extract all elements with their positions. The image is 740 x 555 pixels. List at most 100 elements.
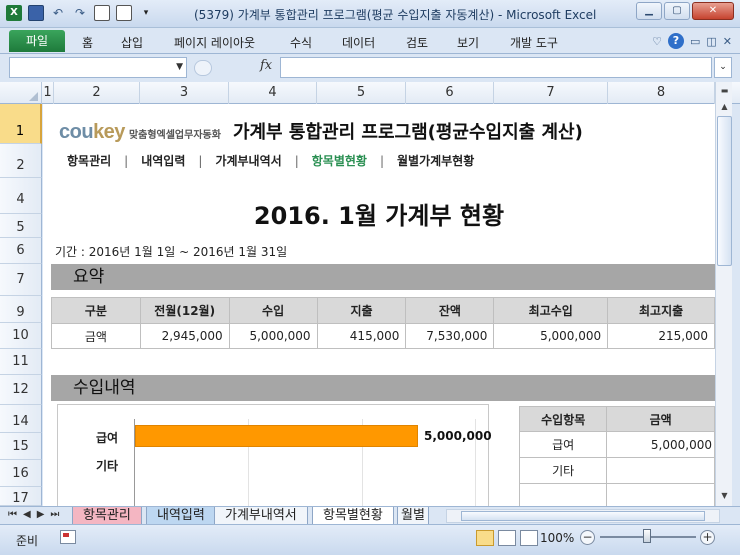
row-header[interactable]: 16	[0, 460, 42, 487]
sheet-tab-statement[interactable]: 가계부내역서	[214, 507, 308, 525]
tab-review[interactable]: 검토	[406, 34, 428, 51]
income-amount-cell[interactable]: 5,000,000	[606, 431, 715, 458]
row-header[interactable]: 15	[0, 433, 42, 460]
help-icon[interactable]: ?	[667, 33, 684, 49]
formula-input[interactable]	[280, 57, 712, 78]
summary-header-cell[interactable]: 전월(12월)	[139, 297, 230, 324]
macro-record-icon[interactable]	[60, 530, 76, 544]
summary-cell[interactable]: 5,000,000	[493, 323, 609, 349]
column-header[interactable]: 5	[317, 82, 406, 104]
income-header-cell[interactable]: 금액	[606, 406, 715, 432]
form-icon[interactable]	[94, 5, 110, 21]
maximize-button[interactable]: ▢	[664, 2, 690, 20]
select-all-button[interactable]	[0, 82, 42, 104]
worksheet[interactable]: coukey 맞춤형엑셀업무자동화 가계부 통합관리 프로그램(평균수입지출 계…	[43, 104, 715, 506]
workbook-close-icon[interactable]: ✕	[723, 35, 732, 48]
tab-developer[interactable]: 개발 도구	[510, 34, 558, 51]
tab-file[interactable]: 파일	[9, 30, 65, 52]
column-header[interactable]: 8	[608, 82, 715, 104]
sheet-tab-by-item[interactable]: 항목별현황	[312, 507, 394, 525]
summary-cell[interactable]: 금액	[51, 323, 141, 349]
nav-item-items[interactable]: 항목관리	[67, 152, 111, 169]
customize-qat-icon[interactable]: ▾	[138, 5, 154, 21]
horizontal-scroll-thumb[interactable]	[461, 511, 705, 521]
name-box[interactable]: ▼	[9, 57, 187, 78]
close-button[interactable]: ✕	[692, 2, 734, 20]
summary-cell[interactable]: 2,945,000	[139, 323, 230, 349]
sheet-tab-items[interactable]: 항목관리	[72, 507, 142, 525]
summary-header-cell[interactable]: 잔액	[405, 297, 495, 324]
row-header[interactable]: 10	[0, 323, 42, 349]
vertical-scrollbar[interactable]: ▬ ▲ ▼	[715, 82, 732, 506]
save-icon[interactable]	[28, 5, 44, 21]
summary-cell[interactable]: 5,000,000	[228, 323, 318, 349]
summary-header-cell[interactable]: 구분	[51, 297, 141, 324]
column-header[interactable]: 3	[140, 82, 229, 104]
summary-cell[interactable]: 215,000	[607, 323, 715, 349]
minimize-button[interactable]: ▁	[636, 2, 662, 20]
normal-view-button[interactable]	[476, 530, 494, 546]
scroll-thumb[interactable]	[717, 116, 732, 266]
column-header[interactable]: 7	[494, 82, 608, 104]
tab-page-layout[interactable]: 페이지 레이아웃	[174, 34, 255, 51]
scroll-down-icon[interactable]: ▼	[717, 488, 732, 504]
next-sheet-icon[interactable]: ▶	[37, 509, 45, 520]
collapse-ribbon-icon[interactable]: ♡	[652, 35, 662, 48]
redo-icon[interactable]: ↷	[72, 5, 88, 21]
row-header[interactable]: 14	[0, 405, 42, 433]
summary-header-cell[interactable]: 수입	[228, 297, 318, 324]
summary-header-cell[interactable]: 최고수입	[493, 297, 609, 324]
split-box-icon[interactable]: ▬	[717, 83, 732, 99]
income-chart[interactable]: 급여 5,000,000 기타	[57, 404, 492, 506]
row-header[interactable]: 2	[0, 144, 42, 178]
zoom-slider-knob[interactable]	[643, 529, 651, 543]
tab-formulas[interactable]: 수식	[290, 34, 312, 51]
nav-item-entry[interactable]: 내역입력	[141, 152, 185, 169]
summary-header-cell[interactable]: 최고지출	[607, 297, 715, 324]
zoom-level[interactable]: 100%	[540, 531, 574, 545]
column-header[interactable]: 2	[54, 82, 140, 104]
row-header[interactable]: 6	[0, 238, 42, 264]
sheet-tab-entry[interactable]: 내역입력	[146, 507, 216, 525]
nav-item-by-item[interactable]: 항목별현황	[312, 152, 367, 169]
excel-logo-icon[interactable]: X	[6, 5, 22, 21]
nav-item-monthly[interactable]: 월별가계부현황	[397, 152, 474, 169]
column-header[interactable]: 4	[229, 82, 317, 104]
summary-header-cell[interactable]: 지출	[316, 297, 407, 324]
income-header-cell[interactable]: 수입항목	[518, 406, 608, 432]
column-header[interactable]: 6	[406, 82, 494, 104]
nav-item-statement[interactable]: 가계부내역서	[215, 152, 281, 169]
row-header[interactable]: 11	[0, 349, 42, 375]
row-header[interactable]: 1	[0, 104, 42, 144]
undo-icon[interactable]: ↶	[50, 5, 66, 21]
income-item-cell[interactable]: 급여	[518, 431, 608, 458]
zoom-out-button[interactable]: −	[580, 530, 595, 545]
summary-cell[interactable]: 7,530,000	[405, 323, 495, 349]
summary-cell[interactable]: 415,000	[316, 323, 407, 349]
tab-home[interactable]: 홈	[82, 34, 93, 51]
row-header[interactable]: 9	[0, 296, 42, 323]
row-header[interactable]: 7	[0, 264, 42, 296]
expand-formula-bar-icon[interactable]: ⌄	[714, 57, 732, 78]
prev-sheet-icon[interactable]: ◀	[23, 509, 31, 520]
camera-icon[interactable]	[116, 5, 132, 21]
income-amount-cell[interactable]	[606, 483, 715, 506]
tab-data[interactable]: 데이터	[342, 34, 375, 51]
tab-insert[interactable]: 삽입	[121, 34, 143, 51]
scroll-up-icon[interactable]: ▲	[717, 99, 732, 115]
row-header[interactable]: 5	[0, 214, 42, 238]
zoom-in-button[interactable]: +	[700, 530, 715, 545]
tab-view[interactable]: 보기	[457, 34, 479, 51]
income-item-cell[interactable]	[518, 483, 608, 506]
page-layout-view-button[interactable]	[498, 530, 516, 546]
workbook-restore-icon[interactable]: ◫	[706, 35, 716, 48]
last-sheet-icon[interactable]: ⏭	[50, 509, 59, 520]
workbook-minimize-icon[interactable]: ▭	[690, 35, 700, 48]
row-header[interactable]: 12	[0, 375, 42, 405]
page-break-view-button[interactable]	[520, 530, 538, 546]
chart-bar[interactable]	[135, 425, 418, 447]
column-header[interactable]: 1	[42, 82, 54, 104]
row-header[interactable]: 17	[0, 487, 42, 506]
first-sheet-icon[interactable]: ⏮	[8, 509, 17, 520]
sheet-tab-monthly[interactable]: 월별	[397, 507, 429, 525]
